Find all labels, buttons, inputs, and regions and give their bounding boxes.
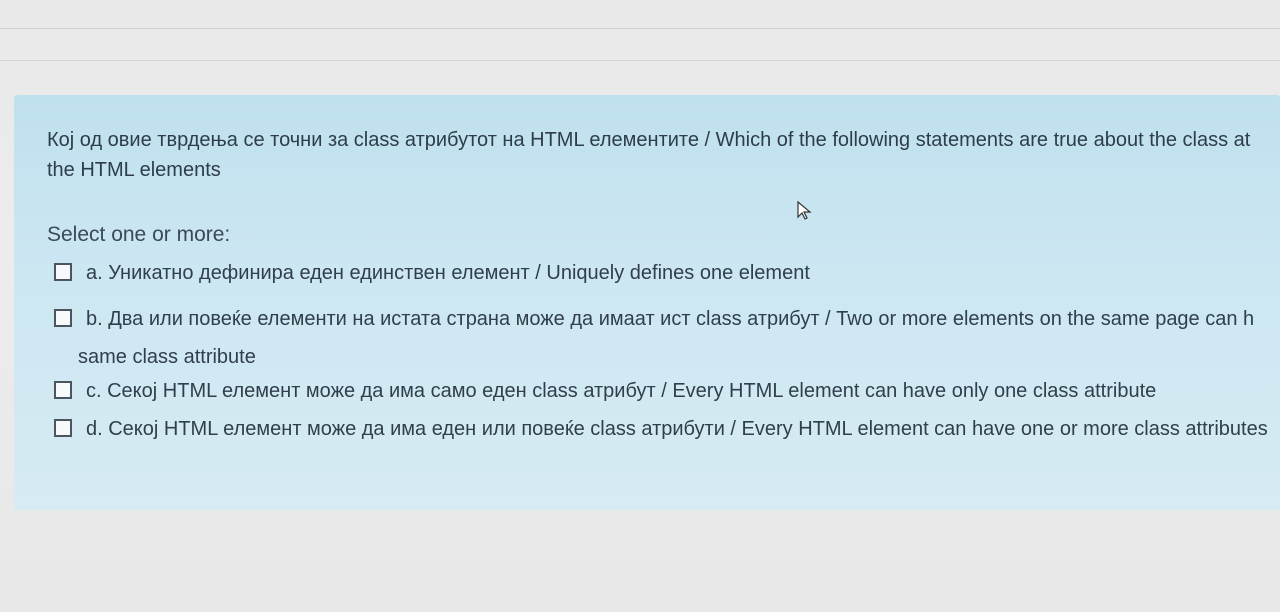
answer-option-d[interactable]: d. Секој HTML елемент може да има еден и… xyxy=(54,414,1280,448)
answer-label-c: c. Секој HTML елемент може да има само е… xyxy=(86,380,1157,402)
answer-label-b-line2: same class attribute xyxy=(78,346,256,368)
checkbox-d[interactable] xyxy=(54,419,72,437)
question-text-line2: the HTML elements xyxy=(47,159,221,181)
page-divider xyxy=(0,60,1280,61)
page-divider-top xyxy=(0,28,1280,29)
question-panel: Кој од овие тврдења се точни за class ат… xyxy=(14,95,1280,510)
question-text-line1: Кој од овие тврдења се точни за class ат… xyxy=(47,129,1251,151)
checkbox-b[interactable] xyxy=(54,309,72,327)
answer-label-b-line1: b. Два или повеќе елементи на истата стр… xyxy=(86,308,1255,330)
select-prompt: Select one or more: xyxy=(47,223,231,246)
checkbox-a[interactable] xyxy=(54,263,72,281)
answer-list: a. Уникатно дефинира еден единствен елем… xyxy=(54,258,1280,460)
mouse-pointer-icon xyxy=(797,201,812,220)
question-text: Кој од овие тврдења се точни за class ат… xyxy=(47,125,1280,185)
answer-label-a: a. Уникатно дефинира еден единствен елем… xyxy=(86,262,810,284)
answer-option-c[interactable]: c. Секој HTML елемент може да има само е… xyxy=(54,376,1280,410)
checkbox-c[interactable] xyxy=(54,381,72,399)
answer-option-b[interactable]: b. Два или повеќе елементи на истата стр… xyxy=(54,304,1280,376)
answer-option-a[interactable]: a. Уникатно дефинира еден единствен елем… xyxy=(54,258,1280,292)
answer-label-b: b. Два или повеќе елементи на истата стр… xyxy=(78,300,1255,376)
answer-label-d: d. Секој HTML елемент може да има еден и… xyxy=(86,418,1268,440)
